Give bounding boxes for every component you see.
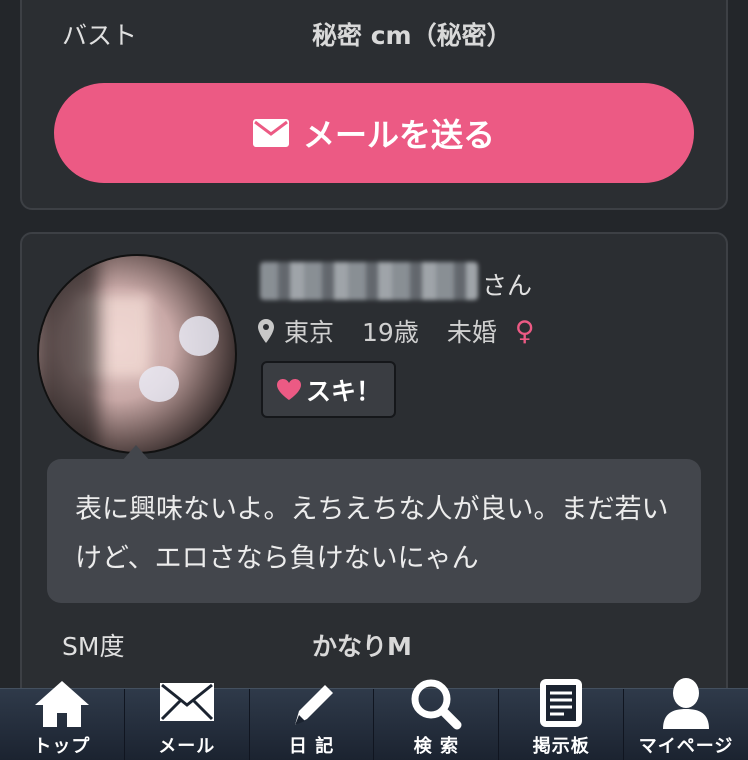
mail-icon [159, 683, 214, 721]
heart-icon [276, 378, 301, 400]
nav-top[interactable]: トップ [0, 681, 125, 760]
location-pin-icon [258, 319, 274, 343]
mail-icon [252, 119, 289, 147]
nav-top-label: トップ [33, 736, 91, 757]
female-icon: ♀ [514, 315, 535, 347]
like-label: スキ！ [305, 376, 381, 406]
age-text: 19歳 [362, 318, 419, 347]
send-mail-button[interactable]: メールを送る [54, 83, 694, 183]
nav-mypage[interactable]: マイページ [624, 678, 748, 760]
nav-mail[interactable]: メール [125, 683, 250, 760]
name-suffix: さん [482, 271, 533, 300]
nav-board[interactable]: 掲示板 [499, 679, 625, 760]
bottom-nav: トップ メール 日 記 検 索 掲示板 マイページ [0, 678, 748, 760]
sm-row: SM度 かなりM [62, 625, 702, 665]
sm-label: SM度 [62, 632, 125, 661]
board-icon [540, 679, 583, 727]
bust-value: 秘密 cm（秘密） [312, 21, 512, 50]
bust-row: バスト 秘密 cm（秘密） [62, 14, 702, 54]
nav-board-label: 掲示板 [532, 736, 590, 757]
send-mail-label: メールを送る [302, 116, 495, 154]
user-icon [663, 678, 710, 729]
avatar[interactable] [37, 254, 237, 454]
like-button[interactable]: スキ！ [261, 361, 396, 418]
nav-search[interactable]: 検 索 [374, 679, 500, 760]
location-text: 東京 [284, 318, 335, 347]
nav-mail-label: メール [158, 736, 216, 757]
pencil-icon [294, 685, 333, 725]
nav-diary[interactable]: 日 記 [250, 685, 375, 760]
search-icon [411, 679, 462, 730]
message-bubble: 表に興味ないよ。えちえちな人が良い。まだ若いけど、エロさなら負けないにゃん [47, 459, 701, 603]
member-meta: 東京 19歳 未婚 ♀ [258, 313, 535, 349]
home-icon [34, 681, 89, 727]
nav-search-label: 検 索 [413, 736, 460, 757]
member-name-blurred [260, 262, 478, 300]
sm-value: かなりM [312, 632, 412, 661]
marital-status: 未婚 [446, 318, 497, 347]
nav-mypage-label: マイページ [638, 736, 734, 757]
nav-diary-label: 日 記 [288, 736, 335, 757]
bust-label: バスト [62, 21, 138, 50]
